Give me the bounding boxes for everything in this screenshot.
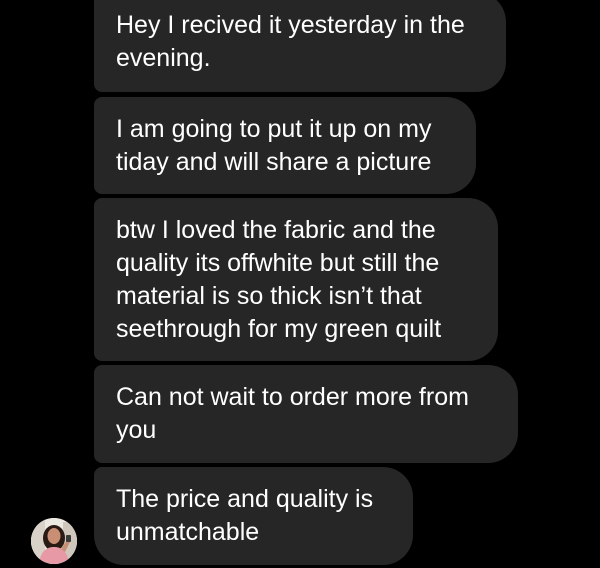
message-bubble[interactable]: The price and quality is unmatchable [94, 467, 413, 565]
message-bubble[interactable]: Can not wait to order more from you [94, 365, 518, 463]
message-text: btw I loved the fabric and the quality i… [116, 215, 442, 343]
profile-photo-avatar-icon [31, 518, 77, 564]
message-text: I am going to put it up on my tiday and … [116, 114, 432, 176]
message-text: The price and quality is unmatchable [116, 485, 374, 546]
message-text: Hey I recived it yesterday in the evenin… [116, 11, 465, 72]
message-bubble[interactable]: btw I loved the fabric and the quality i… [94, 198, 498, 361]
message-thread: Hey I recived it yesterday in the evenin… [0, 0, 600, 568]
message-bubble[interactable]: Hey I recived it yesterday in the evenin… [94, 0, 506, 92]
message-bubble[interactable]: I am going to put it up on my tiday and … [94, 97, 476, 194]
message-text: Can not wait to order more from you [116, 383, 469, 444]
sender-avatar[interactable] [31, 518, 77, 564]
